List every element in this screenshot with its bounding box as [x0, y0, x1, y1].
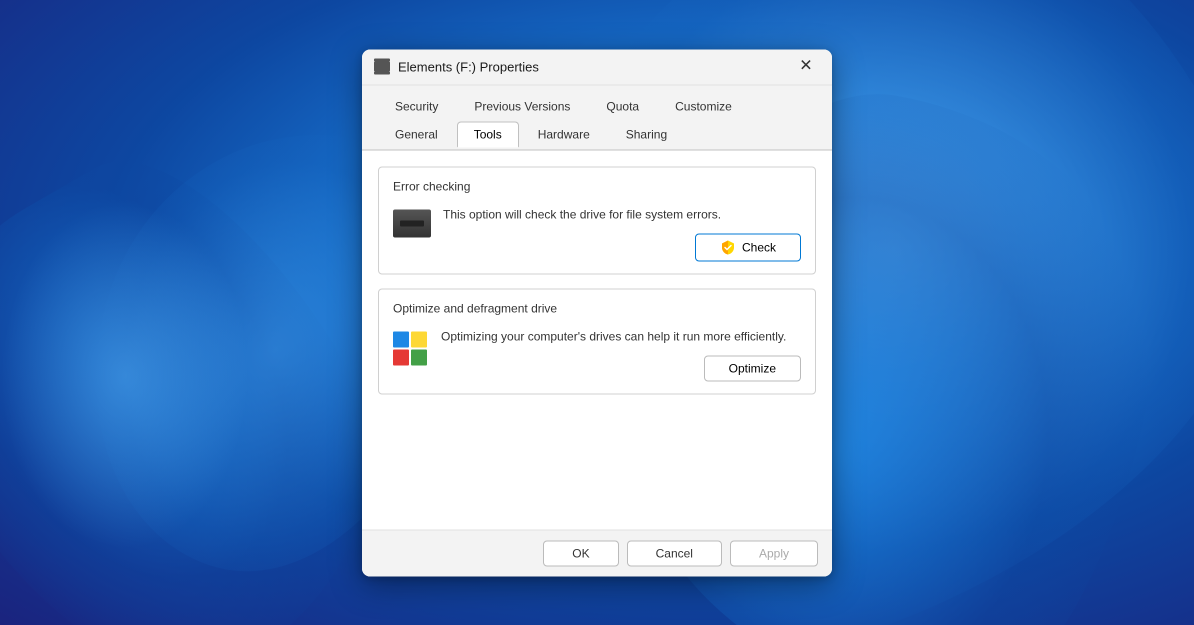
check-button[interactable]: Check [695, 233, 801, 261]
optimize-title: Optimize and defragment drive [393, 301, 801, 315]
error-checking-btn-row: Check [443, 233, 801, 261]
error-checking-description: This option will check the drive for fil… [443, 205, 801, 223]
optimize-description: Optimizing your computer's drives can he… [441, 327, 801, 345]
tab-tools[interactable]: Tools [457, 121, 519, 147]
error-checking-inner: This option will check the drive for fil… [393, 205, 801, 261]
optimize-content: Optimizing your computer's drives can he… [441, 327, 801, 381]
tab-previous-versions[interactable]: Previous Versions [457, 93, 587, 119]
tab-general[interactable]: General [378, 121, 455, 147]
optimize-btn-row: Optimize [441, 355, 801, 381]
tab-hardware[interactable]: Hardware [521, 121, 607, 147]
close-button[interactable]: ✕ [792, 53, 820, 81]
optimize-icon [393, 331, 429, 367]
ok-button[interactable]: OK [543, 540, 618, 566]
apply-button[interactable]: Apply [730, 540, 818, 566]
tab-content: Error checking This option will check th… [362, 149, 832, 529]
cancel-button[interactable]: Cancel [627, 540, 722, 566]
title-bar-icon [374, 62, 390, 72]
tab-sharing[interactable]: Sharing [609, 121, 684, 147]
optimize-section: Optimize and defragment drive Optimizing… [378, 288, 816, 394]
tabs-area: Security Previous Versions Quota Customi… [362, 85, 832, 147]
title-bar: Elements (F:) Properties ✕ [362, 49, 832, 85]
tab-security[interactable]: Security [378, 93, 455, 119]
check-icon [720, 239, 736, 255]
optimize-inner: Optimizing your computer's drives can he… [393, 327, 801, 381]
swirl-decoration-5 [0, 200, 250, 550]
properties-dialog: Elements (F:) Properties ✕ Security Prev… [362, 49, 832, 576]
optimize-button[interactable]: Optimize [704, 355, 801, 381]
tab-customize[interactable]: Customize [658, 93, 749, 119]
error-checking-title: Error checking [393, 179, 801, 193]
error-checking-content: This option will check the drive for fil… [443, 205, 801, 261]
dialog-footer: OK Cancel Apply [362, 529, 832, 576]
tabs-row-2: General Tools Hardware Sharing [378, 121, 816, 147]
dialog-title: Elements (F:) Properties [398, 59, 792, 74]
tabs-row-1: Security Previous Versions Quota Customi… [378, 93, 816, 119]
check-button-label: Check [742, 240, 776, 254]
tab-quota[interactable]: Quota [589, 93, 656, 119]
drive-icon [393, 209, 431, 237]
error-checking-section: Error checking This option will check th… [378, 166, 816, 274]
optimize-button-label: Optimize [729, 361, 776, 375]
